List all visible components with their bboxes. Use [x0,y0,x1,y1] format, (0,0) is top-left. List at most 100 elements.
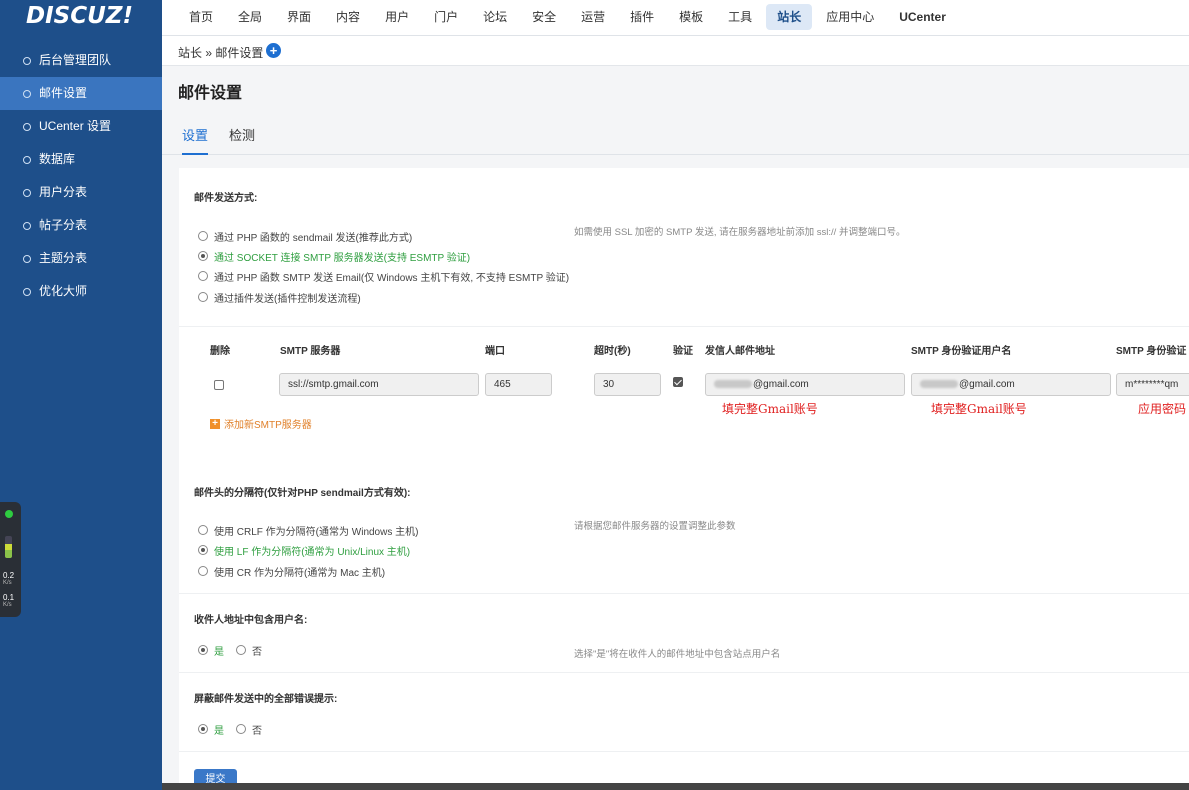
bullet-icon [23,288,31,296]
radio-include-no[interactable]: 否 [236,643,262,658]
nav-templates[interactable]: 模板 [668,4,714,30]
breadcrumb: 站长 » 邮件设置 [178,46,264,60]
smtp-username-input[interactable]: @gmail.com [911,373,1111,396]
upload-speed: 0.2 [3,571,15,580]
nav-ucenter[interactable]: UCenter [888,4,957,30]
smtp-server-input[interactable]: ssl://smtp.gmail.com [279,373,479,396]
radio-cr[interactable]: 使用 CR 作为分隔符(通常为 Mac 主机) [198,564,386,579]
auth-checkbox[interactable] [673,377,683,387]
username-domain: @gmail.com [959,379,1015,390]
sidebar-item-database[interactable]: 数据库 [0,143,162,176]
col-port: 端口 [485,346,505,357]
bullet-icon [23,189,31,197]
nav-content[interactable]: 内容 [325,4,371,30]
nav-users[interactable]: 用户 [374,4,420,30]
nav-home[interactable]: 首页 [178,4,224,30]
nav-webmaster[interactable]: 站长 [766,4,813,30]
sidebar-item-label: 优化大师 [39,284,88,298]
radio-label: 使用 CRLF 作为分隔符(通常为 Windows 主机) [214,526,419,538]
radio-label: 使用 LF 作为分隔符(通常为 Unix/Linux 主机) [214,546,411,558]
annotation-password: 应用密码 [1138,402,1187,416]
radio-socket-smtp[interactable]: 通过 SOCKET 连接 SMTP 服务器发送(支持 ESMTP 验证) [198,249,470,264]
radio-icon[interactable] [198,251,208,261]
sidebar-item-thread-tables[interactable]: 主题分表 [0,242,162,275]
radio-icon[interactable] [236,724,246,734]
port-input[interactable]: 465 [485,373,552,396]
col-timeout: 超时(秒) [594,346,631,357]
nav-interface[interactable]: 界面 [276,4,322,30]
radio-icon[interactable] [198,724,208,734]
radio-label: 是 [214,646,224,658]
separator-hint: 请根据您邮件服务器的设置调整此参数 [574,521,736,532]
nav-operations[interactable]: 运营 [570,4,616,30]
send-method-hint: 如需使用 SSL 加密的 SMTP 发送, 请在服务器地址前添加 ssl:// … [574,227,906,238]
sidebar-item-mail-settings[interactable]: 邮件设置 [0,77,162,110]
nav-security[interactable]: 安全 [521,4,567,30]
nav-tools[interactable]: 工具 [717,4,763,30]
col-delete: 删除 [210,346,230,357]
col-auth: 验证 [673,346,693,357]
radio-icon[interactable] [198,231,208,241]
upload-unit: K/s [3,580,12,586]
sidebar-item-label: 帖子分表 [39,218,88,232]
radio-icon[interactable] [198,271,208,281]
page-header: 邮件设置 设置 检测 [162,67,1189,155]
section-title-include-username: 收件人地址中包含用户名: [194,615,308,626]
sidebar: 后台管理团队 邮件设置 UCenter 设置 数据库 用户分表 帖子分表 主题分… [0,36,162,790]
nav-app-center[interactable]: 应用中心 [815,4,885,30]
radio-crlf[interactable]: 使用 CRLF 作为分隔符(通常为 Windows 主机) [198,523,419,538]
download-unit: K/s [3,602,12,608]
tab-settings[interactable]: 设置 [182,125,209,155]
radio-icon[interactable] [236,645,246,655]
delete-checkbox[interactable] [214,380,224,390]
bullet-icon [23,255,31,263]
nav-global[interactable]: 全局 [227,4,273,30]
radio-include-yes[interactable]: 是 [198,643,224,658]
col-username: SMTP 身份验证用户名 [911,346,1012,357]
sidebar-item-user-tables[interactable]: 用户分表 [0,176,162,209]
divider [179,751,1189,752]
nav-portal[interactable]: 门户 [423,4,469,30]
radio-suppress-yes[interactable]: 是 [198,722,224,737]
network-speed-widget[interactable]: 0.2 K/s 0.1 K/s [0,502,21,617]
add-smtp-server-button[interactable]: + 添加新SMTP服务器 [210,416,312,431]
radio-plugin[interactable]: 通过插件发送(插件控制发送流程) [198,290,361,305]
logo[interactable]: DISCUZ! [0,0,162,36]
divider [179,326,1189,327]
radio-icon[interactable] [198,525,208,535]
sidebar-item-optimizer[interactable]: 优化大师 [0,275,162,308]
bullet-icon [23,123,31,131]
sender-email-input[interactable]: @gmail.com [705,373,905,396]
radio-icon[interactable] [198,566,208,576]
radio-icon[interactable] [198,545,208,555]
sidebar-item-admin-team[interactable]: 后台管理团队 [0,44,162,77]
nav-plugins[interactable]: 插件 [619,4,665,30]
radio-lf[interactable]: 使用 LF 作为分隔符(通常为 Unix/Linux 主机) [198,543,411,558]
radio-label: 否 [252,646,262,658]
logo-text: DISCUZ! [26,3,133,29]
radio-label: 通过插件发送(插件控制发送流程) [214,293,361,305]
radio-suppress-no[interactable]: 否 [236,722,262,737]
sidebar-item-label: 主题分表 [39,251,88,265]
radio-label: 使用 CR 作为分隔符(通常为 Mac 主机) [214,567,386,579]
bullet-icon [23,57,31,65]
sidebar-item-post-tables[interactable]: 帖子分表 [0,209,162,242]
section-title-send-method: 邮件发送方式: [194,193,258,204]
radio-label: 是 [214,725,224,737]
add-shortcut-icon[interactable]: + [266,43,281,58]
col-smtp-server: SMTP 服务器 [280,346,341,357]
smtp-password-input[interactable]: m********qm [1116,373,1189,396]
tab-check[interactable]: 检测 [229,125,255,155]
settings-form: 邮件发送方式: 通过 PHP 函数的 sendmail 发送(推荐此方式) 通过… [179,168,1189,790]
section-title-suppress-errors: 屏蔽邮件发送中的全部错误提示: [194,694,338,705]
radio-icon[interactable] [198,292,208,302]
top-header: DISCUZ! 首页 全局 界面 内容 用户 门户 论坛 安全 运营 插件 模板… [0,0,1189,36]
sidebar-item-label: UCenter 设置 [39,119,112,133]
timeout-input[interactable]: 30 [594,373,661,396]
radio-icon[interactable] [198,645,208,655]
radio-php-smtp[interactable]: 通过 PHP 函数 SMTP 发送 Email(仅 Windows 主机下有效,… [198,269,569,284]
nav-forum[interactable]: 论坛 [472,4,518,30]
sidebar-item-ucenter-settings[interactable]: UCenter 设置 [0,110,162,143]
radio-sendmail[interactable]: 通过 PHP 函数的 sendmail 发送(推荐此方式) [198,229,412,244]
section-title-separator: 邮件头的分隔符(仅针对PHP sendmail方式有效): [194,488,411,499]
